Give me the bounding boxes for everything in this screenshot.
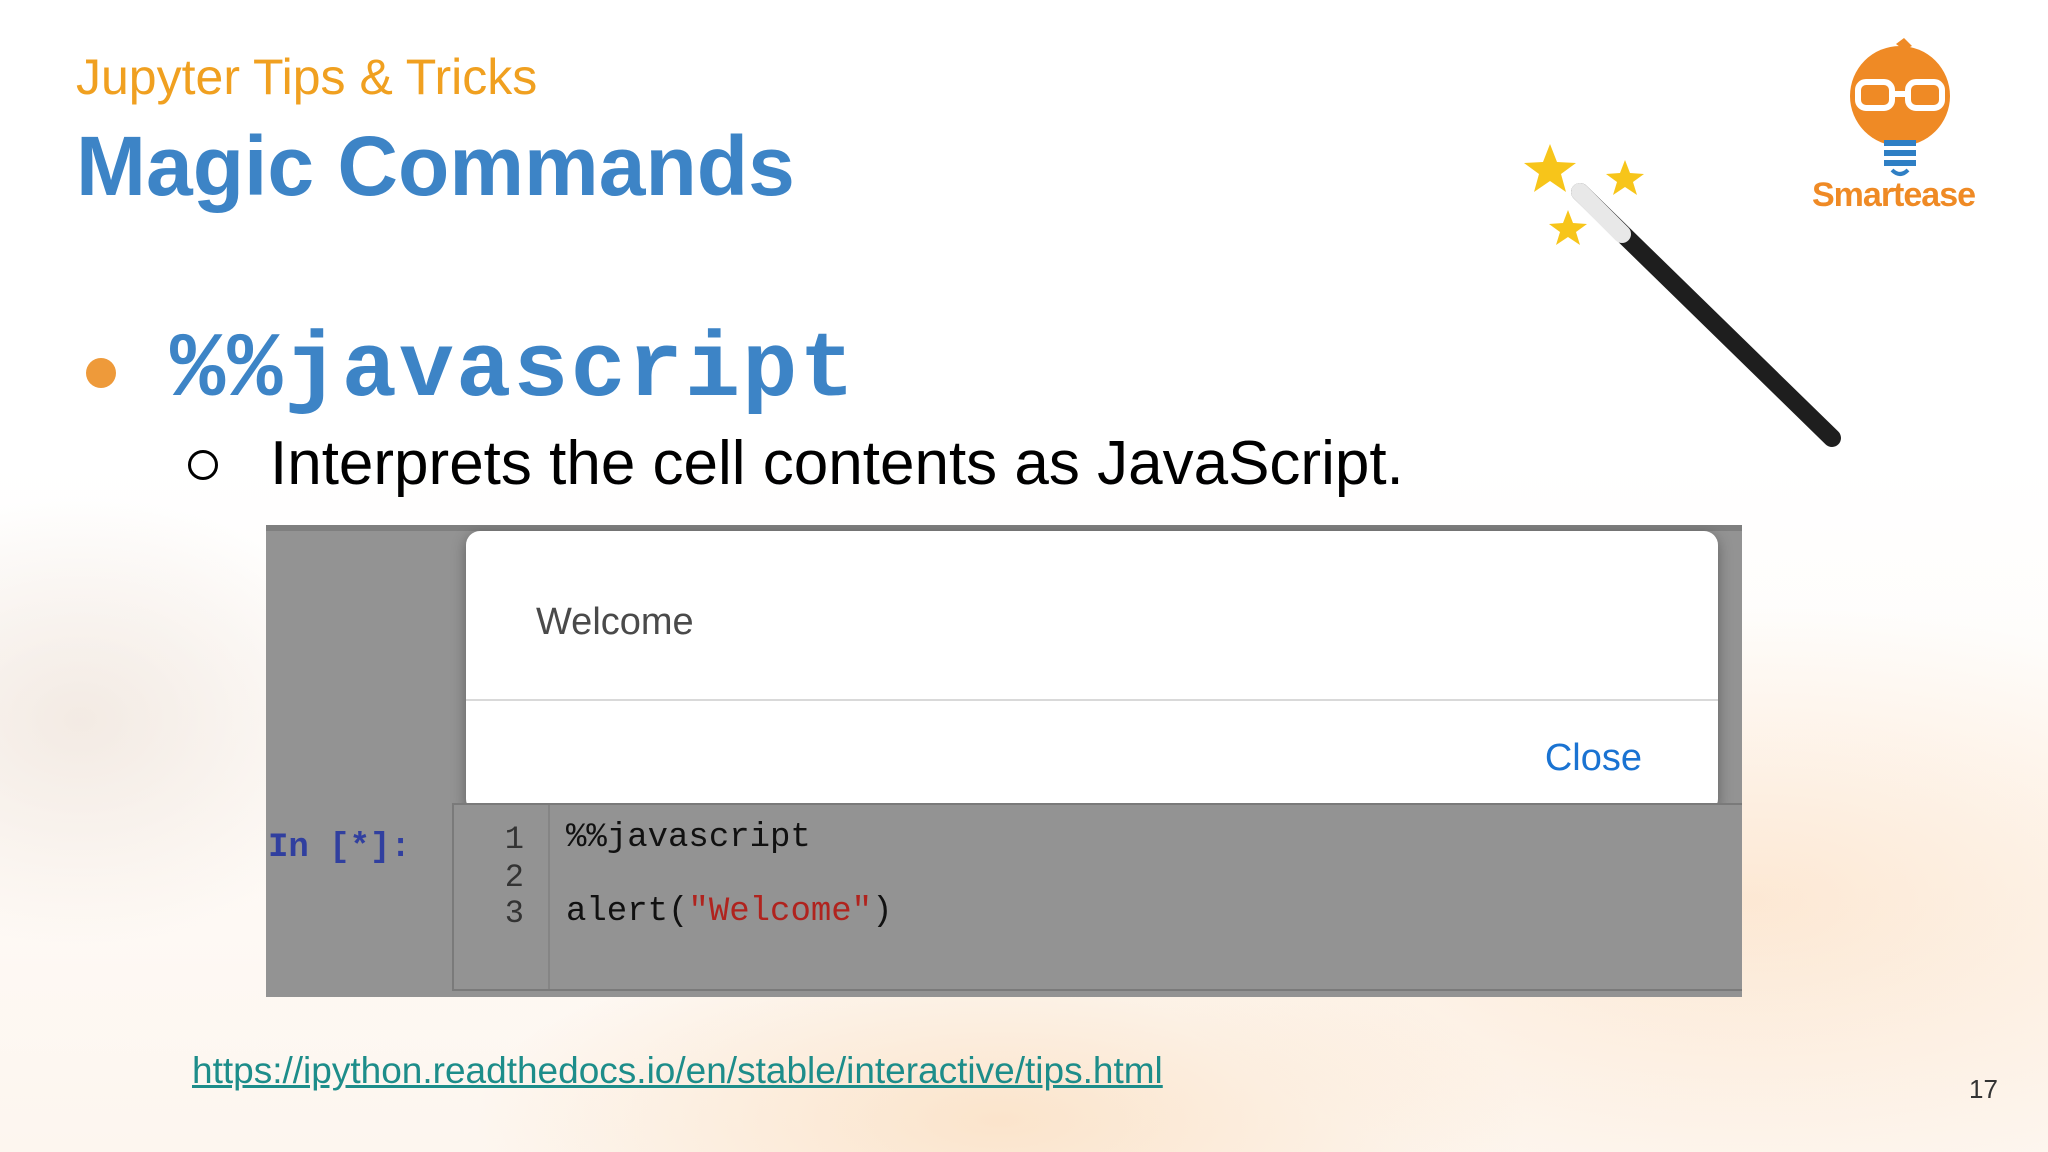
reference-link[interactable]: https://ipython.readthedocs.io/en/stable… — [192, 1050, 1163, 1092]
cell-prompt: In [*]: — [268, 829, 411, 867]
code-cell[interactable]: 1 2 3 %%javascript alert("Welcome") — [452, 803, 1742, 991]
jupyter-screenshot: Welcome Close In [*]: 1 2 3 %%javascript… — [266, 525, 1742, 997]
bullet-dot — [86, 358, 116, 388]
line-number: 2 — [504, 859, 524, 896]
alert-dialog: Welcome Close — [466, 531, 1718, 813]
alert-divider — [466, 699, 1718, 701]
slide-subtitle: Jupyter Tips & Tricks — [76, 49, 538, 105]
bullet-magic-command: %%javascript — [170, 318, 857, 423]
code-text: alert( — [566, 893, 689, 931]
slide-title: Magic Commands — [76, 119, 795, 213]
code-line-1: %%javascript — [566, 819, 811, 857]
code-string: "Welcome" — [688, 893, 873, 931]
alert-close-button[interactable]: Close — [1545, 737, 1642, 780]
magic-wand-icon — [1524, 144, 1841, 447]
page-number: 17 — [1969, 1074, 1998, 1104]
alert-message: Welcome — [536, 601, 694, 643]
line-number: 3 — [504, 895, 524, 932]
sub-bullet-text: Interprets the cell contents as JavaScri… — [270, 429, 1404, 498]
code-line-3: alert("Welcome") — [566, 893, 892, 931]
line-number: 1 — [504, 821, 524, 858]
sub-bullet-circle — [188, 450, 218, 480]
line-number-gutter: 1 2 3 — [454, 805, 550, 989]
code-text: ) — [872, 893, 893, 931]
